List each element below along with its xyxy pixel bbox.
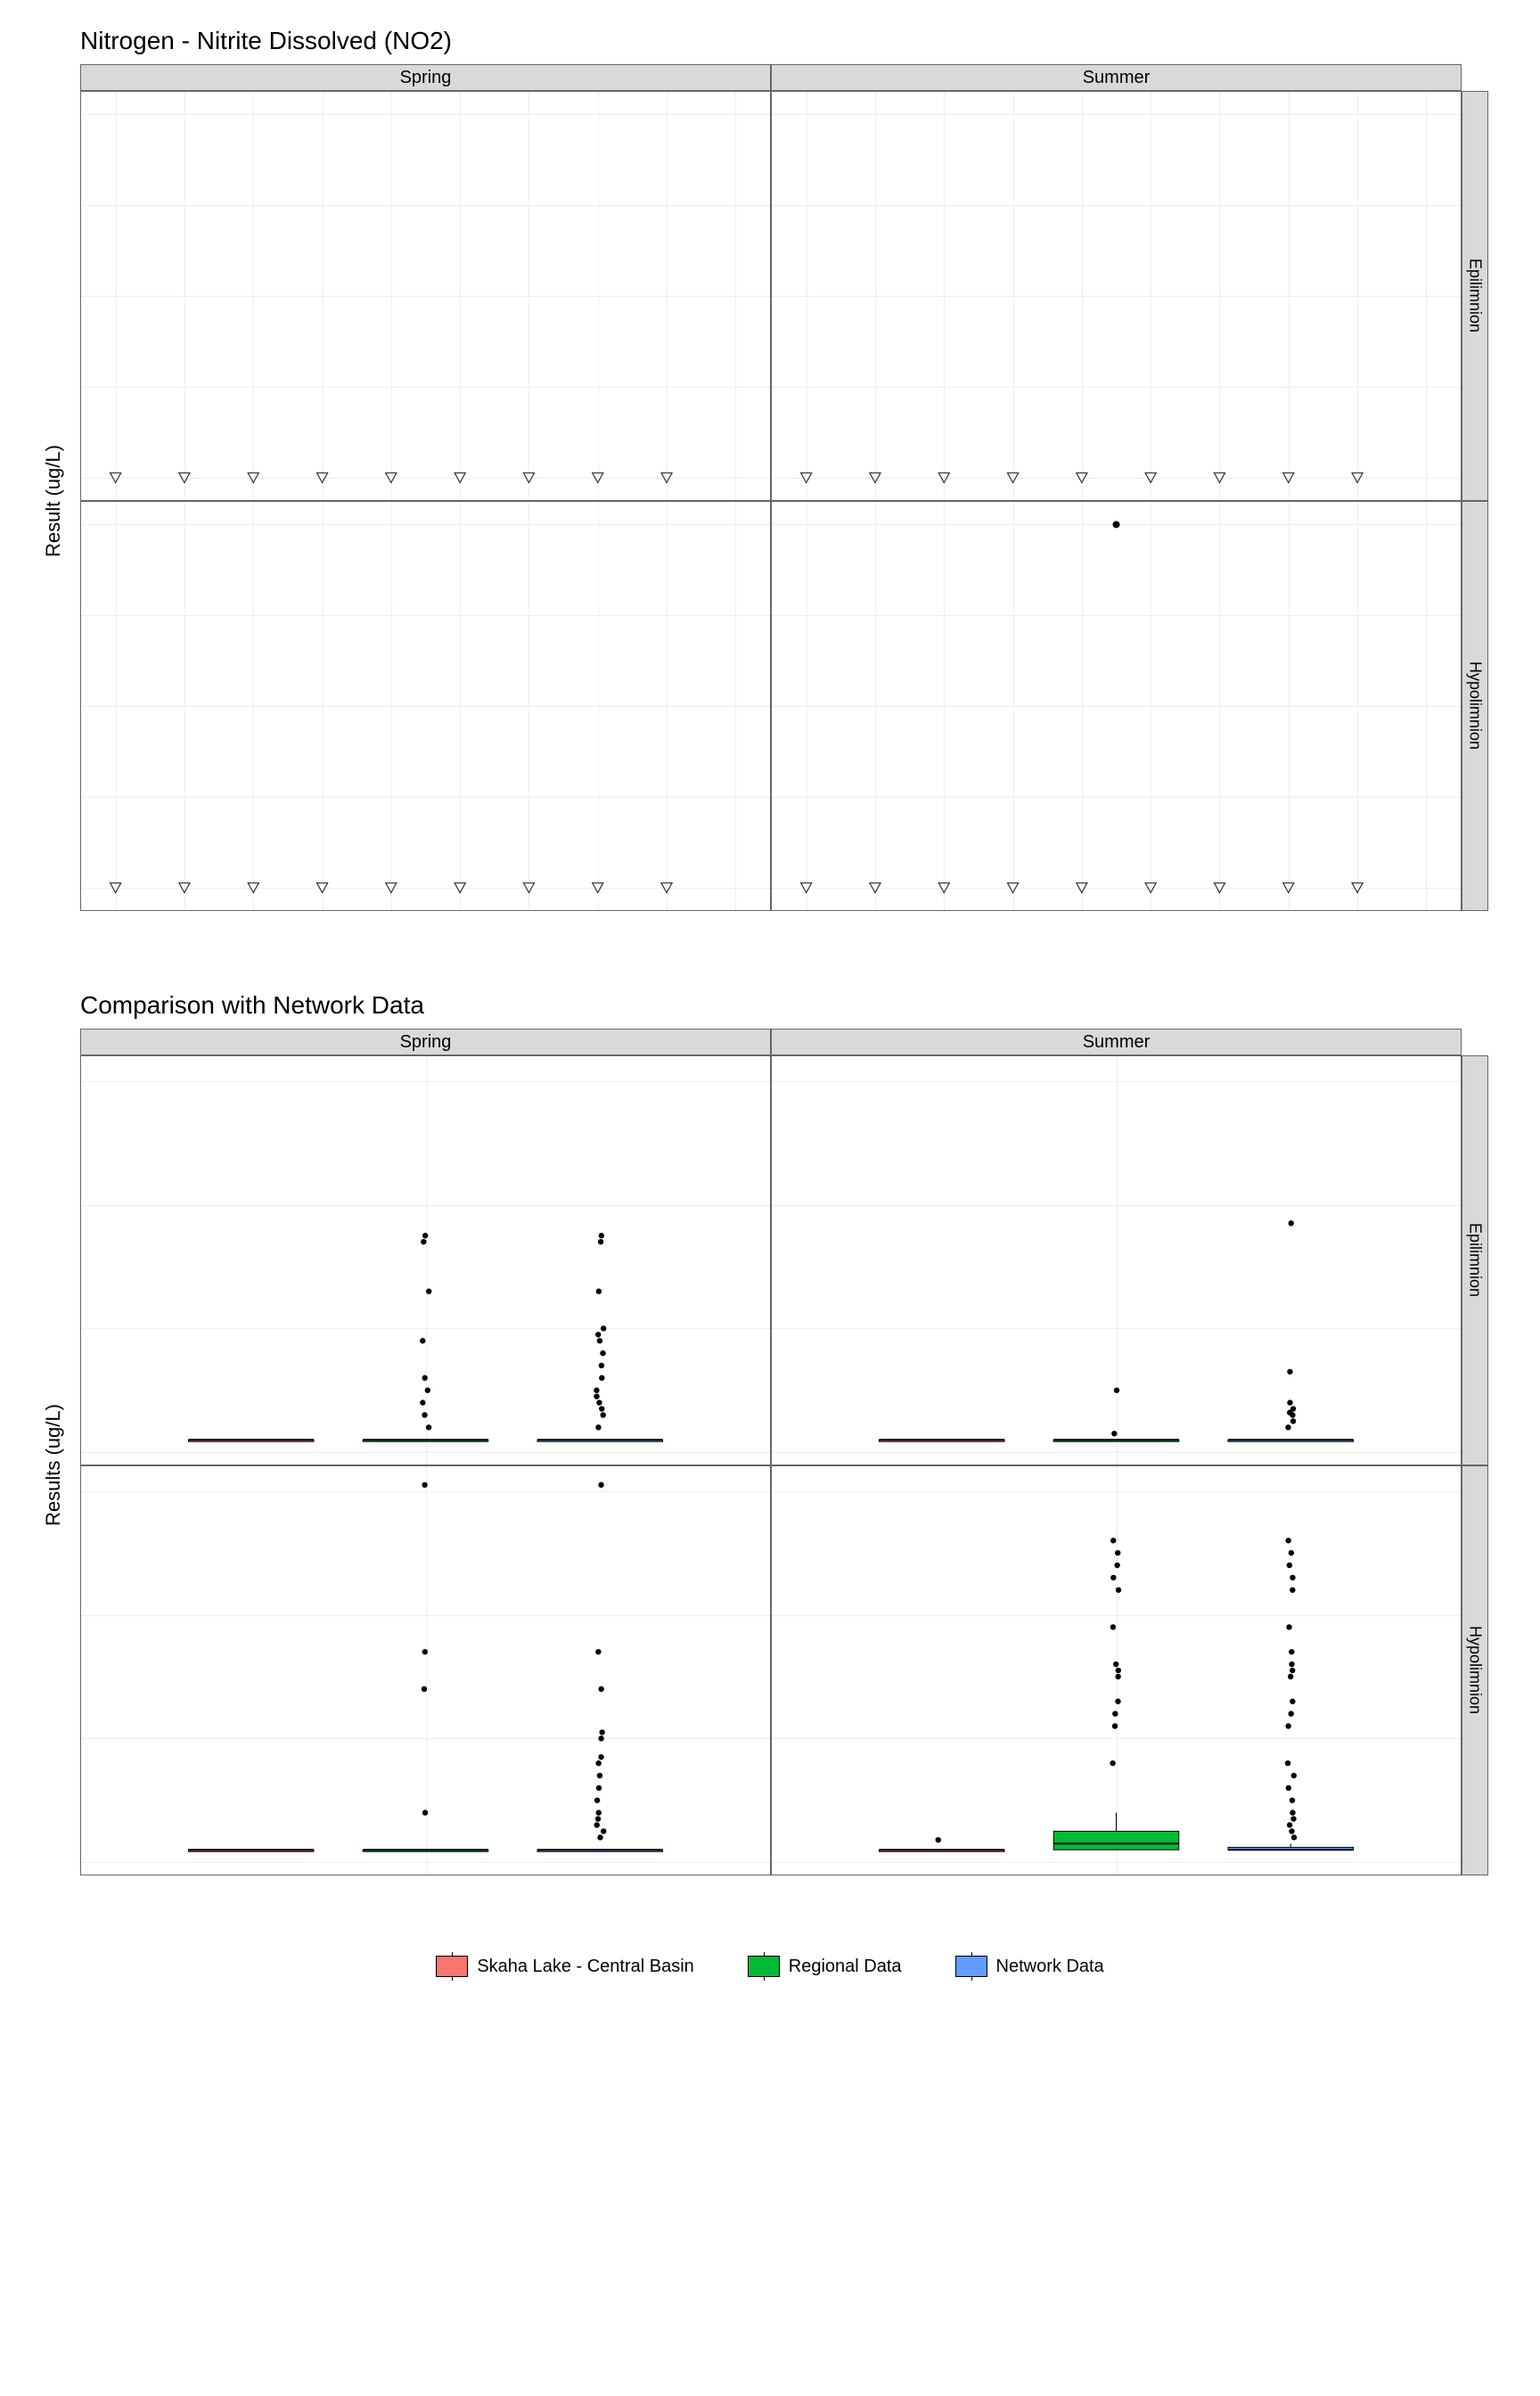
legend: Skaha Lake - Central Basin Regional Data… — [27, 1956, 1513, 1977]
legend-swatch — [955, 1956, 987, 1977]
legend-item: Regional Data — [748, 1956, 902, 1977]
row-strip-epilimnion: Epilimnion — [1462, 91, 1488, 501]
row-strip-hypolimnion: Hypolimnion — [1462, 1465, 1488, 1875]
panel-spring-epilimnion: 3020 100 — [80, 1055, 771, 1465]
row-strip-epilimnion: Epilimnion — [1462, 1055, 1488, 1465]
legend-swatch — [436, 1956, 468, 1977]
legend-item: Skaha Lake - Central Basin — [436, 1956, 693, 1977]
col-strip-spring: Spring — [80, 64, 771, 91]
row-strip-hypolimnion: Hypolimnion — [1462, 501, 1488, 911]
chart-title: Comparison with Network Data — [80, 991, 1513, 1020]
boxplot-chart: Comparison with Network Data Spring Summ… — [27, 991, 1513, 1902]
y-axis-label: Results (ug/L) — [27, 1055, 80, 1875]
legend-label: Network Data — [996, 1957, 1104, 1977]
col-strip-spring: Spring — [80, 1029, 771, 1055]
y-axis-label: Result (ug/L) — [27, 91, 80, 911]
facet-grid-top: Spring Summer Result (ug/L) 1.81.6 1.41.… — [27, 64, 1488, 938]
panel-spring-hypolimnion: 1.81.6 1.41.2 1 201620172018201920202021… — [80, 501, 771, 911]
legend-label: Regional Data — [789, 1957, 902, 1977]
legend-label: Skaha Lake - Central Basin — [477, 1957, 693, 1977]
panel-summer-hypolimnion: Nitrogen - Nitrite Dissolved (NO2) — [771, 1465, 1462, 1875]
chart-title: Nitrogen - Nitrite Dissolved (NO2) — [80, 27, 1513, 55]
col-strip-summer: Summer — [771, 1029, 1462, 1055]
col-strip-summer: Summer — [771, 64, 1462, 91]
panel-summer-epilimnion — [771, 91, 1462, 501]
legend-item: Network Data — [955, 1956, 1104, 1977]
panel-summer-hypolimnion: 2016201720182019202020212022202320242025 — [771, 501, 1462, 911]
facet-grid-bottom: Spring Summer Results (ug/L) 3020 100 Ep… — [27, 1029, 1488, 1902]
panel-summer-epilimnion — [771, 1055, 1462, 1465]
legend-swatch — [748, 1956, 780, 1977]
panel-spring-hypolimnion: 3020 100 Nitrogen - Nitrite Dissolved (N… — [80, 1465, 771, 1875]
panel-spring-epilimnion: 1.81.6 1.41.2 1 — [80, 91, 771, 501]
timeseries-chart: Nitrogen - Nitrite Dissolved (NO2) Sprin… — [27, 27, 1513, 938]
